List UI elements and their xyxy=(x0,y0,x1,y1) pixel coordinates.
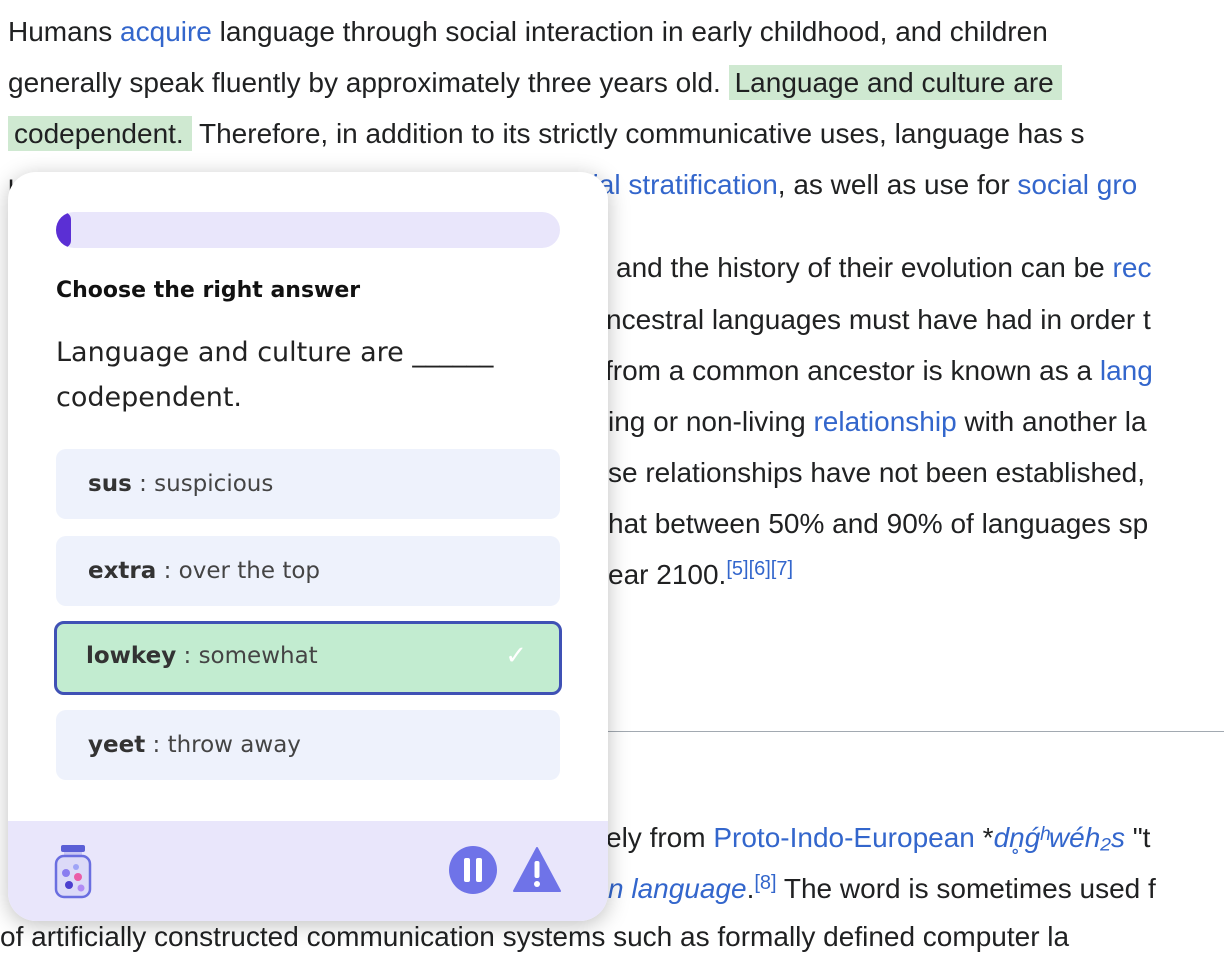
text: from a common ancestor is known as a xyxy=(605,355,1100,386)
answer-option-yeet[interactable]: yeet : throw away xyxy=(56,710,560,780)
article-line: codependent. Therefore, in addition to i… xyxy=(8,114,1085,154)
link-relationship[interactable]: relationship xyxy=(813,406,956,437)
highlighted-sentence: Language and culture are xyxy=(728,65,1062,100)
option-term: extra xyxy=(88,558,157,584)
option-separator: : xyxy=(145,732,168,758)
option-term: lowkey xyxy=(86,643,177,669)
option-meaning: suspicious xyxy=(154,471,274,497)
option-separator: : xyxy=(131,471,155,497)
etymon: dn̥ǵʰwéh₂s xyxy=(993,822,1125,853)
answer-option-sus[interactable]: sus : suspicious xyxy=(56,449,560,519)
article-line: of artificially constructed communicatio… xyxy=(0,917,1069,957)
citation-link[interactable]: [8] xyxy=(754,872,776,894)
option-meaning: somewhat xyxy=(198,643,318,669)
text: ncestral languages must have had in orde… xyxy=(606,304,1151,335)
text: ear 2100. xyxy=(608,559,727,590)
text: with another la xyxy=(956,406,1147,437)
warning-icon[interactable] xyxy=(512,845,562,895)
article-line: hat between 50% and 90% of languages sp xyxy=(608,504,1148,544)
option-meaning: over the top xyxy=(178,558,321,584)
article-line: n language.[8] The word is sometimes use… xyxy=(608,869,1156,909)
link-language-family[interactable]: lang xyxy=(1100,355,1153,386)
highlighted-sentence: codependent. xyxy=(8,116,192,151)
article-line: Humans acquire language through social i… xyxy=(8,12,1048,52)
text: and the history of their evolution can b… xyxy=(616,252,1113,283)
text: ing or non-living xyxy=(608,406,814,437)
answer-option-lowkey[interactable]: lowkey : somewhat ✓ xyxy=(54,621,562,695)
option-separator: : xyxy=(176,643,199,669)
link-language[interactable]: n language xyxy=(608,873,747,904)
text: The word is sometimes used f xyxy=(776,873,1156,904)
link-social-stratification[interactable]: cial stratification xyxy=(579,169,778,200)
article-line: from a common ancestor is known as a lan… xyxy=(605,351,1153,391)
option-term: sus xyxy=(88,471,132,497)
article-line: generally speak fluently by approximatel… xyxy=(8,63,1062,103)
text: generally speak fluently by approximatel… xyxy=(8,67,729,98)
quiz-footer xyxy=(8,821,608,921)
text: , as well as use for xyxy=(777,169,1018,200)
link-proto-indo-european[interactable]: Proto-Indo-European xyxy=(713,822,975,853)
text: Humans xyxy=(8,16,121,47)
option-meaning: throw away xyxy=(167,732,301,758)
pause-icon xyxy=(476,858,482,882)
progress-fill xyxy=(56,212,72,248)
article-line: ear 2100.[5][6][7] xyxy=(608,555,793,595)
text: hat between 50% and 90% of languages sp xyxy=(608,508,1149,539)
text: Therefore, in addition to its strictly c… xyxy=(191,118,1085,149)
jar-icon[interactable] xyxy=(54,843,92,899)
quiz-instruction: Choose the right answer xyxy=(56,278,361,303)
article-line: and the history of their evolution can b… xyxy=(616,248,1151,288)
article-line: ncestral languages must have had in orde… xyxy=(606,300,1151,340)
answer-option-extra[interactable]: extra : over the top xyxy=(56,536,560,606)
pause-icon xyxy=(464,858,470,882)
link-social-group[interactable]: social gro xyxy=(1017,169,1137,200)
quiz-question: Language and culture are ______ codepend… xyxy=(56,337,494,413)
text: "t xyxy=(1124,822,1151,853)
article-line: ing or non-living relationship with anot… xyxy=(608,402,1147,442)
text: * xyxy=(974,822,994,853)
option-separator: : xyxy=(156,558,179,584)
option-term: yeet xyxy=(88,732,146,758)
progress-bar xyxy=(56,212,560,248)
text: ely from xyxy=(606,822,714,853)
text: of artificially constructed communicatio… xyxy=(0,921,1070,952)
link-acquire[interactable]: acquire xyxy=(120,16,212,47)
section-divider xyxy=(600,731,1224,732)
check-icon: ✓ xyxy=(505,641,527,671)
article-line: ely from Proto-Indo-European *dn̥ǵʰwéh₂s… xyxy=(606,818,1150,858)
link-reconstructed[interactable]: rec xyxy=(1113,252,1152,283)
citation-link[interactable]: [5][6][7] xyxy=(726,558,793,580)
text: se relationships have not been establish… xyxy=(608,457,1146,488)
quiz-popup: Choose the right answer Language and cul… xyxy=(8,172,608,921)
article-line: se relationships have not been establish… xyxy=(608,453,1145,493)
pause-button[interactable] xyxy=(449,846,497,894)
text: language through social interaction in e… xyxy=(211,16,1048,47)
